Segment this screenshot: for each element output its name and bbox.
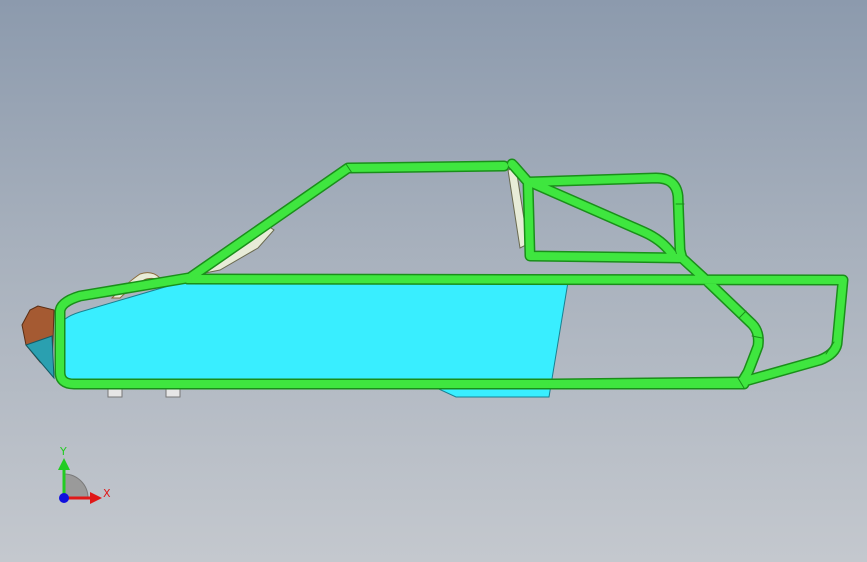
z-axis-dot bbox=[59, 493, 69, 503]
x-axis-arrowhead bbox=[90, 492, 102, 504]
cad-viewport[interactable]: Y X bbox=[0, 0, 867, 562]
coordinate-triad[interactable]: Y X bbox=[58, 445, 111, 504]
y-axis-label: Y bbox=[59, 445, 67, 458]
y-axis-arrowhead bbox=[58, 458, 70, 470]
vehicle-frame-model[interactable]: Y X bbox=[0, 0, 867, 562]
x-axis-label: X bbox=[103, 487, 111, 500]
triad-rotation-arc bbox=[63, 473, 89, 499]
